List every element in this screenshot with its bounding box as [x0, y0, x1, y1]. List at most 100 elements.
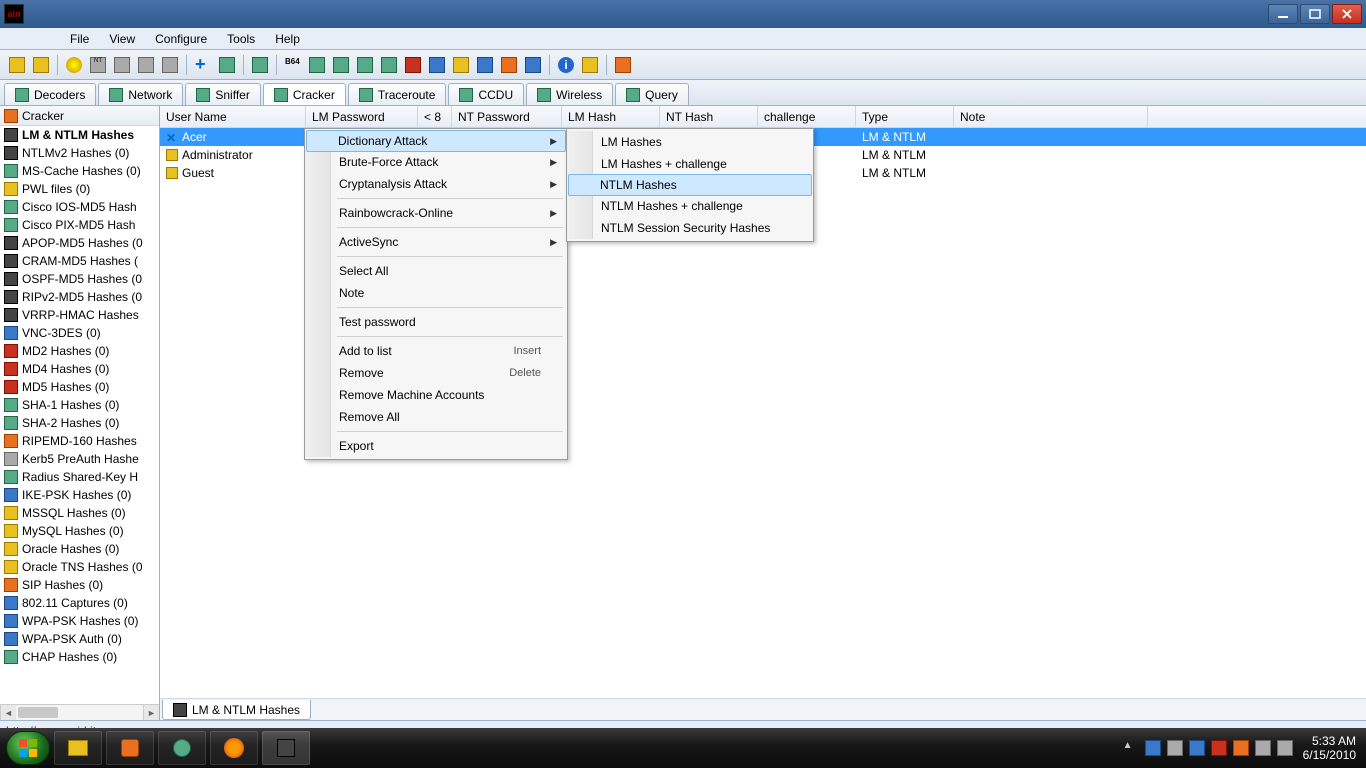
sidebar-item[interactable]: MySQL Hashes (0): [0, 522, 159, 540]
maximize-button[interactable]: [1300, 4, 1330, 24]
tb-add-icon[interactable]: +: [192, 54, 214, 76]
tb-g2-icon[interactable]: [330, 54, 352, 76]
sidebar-item[interactable]: WPA-PSK Hashes (0): [0, 612, 159, 630]
tb-spoof2-icon[interactable]: [135, 54, 157, 76]
sidebar-item[interactable]: 802.11 Captures (0): [0, 594, 159, 612]
ctx-item[interactable]: Cryptanalysis Attack▶: [307, 173, 565, 195]
ctx-item[interactable]: LM Hashes + challenge: [569, 153, 811, 175]
tb-spoof3-icon[interactable]: [159, 54, 181, 76]
tb-g3-icon[interactable]: [354, 54, 376, 76]
menu-view[interactable]: View: [99, 29, 145, 49]
sidebar-item[interactable]: SHA-2 Hashes (0): [0, 414, 159, 432]
ctx-item[interactable]: NTLM Hashes + challenge: [569, 195, 811, 217]
sidebar-item[interactable]: Radius Shared-Key H: [0, 468, 159, 486]
sidebar-item[interactable]: NTLMv2 Hashes (0): [0, 144, 159, 162]
tray-update-icon[interactable]: [1233, 740, 1249, 756]
sidebar-item[interactable]: VNC-3DES (0): [0, 324, 159, 342]
tray-icons[interactable]: ▲: [1123, 740, 1293, 756]
tray-av-icon[interactable]: [1211, 740, 1227, 756]
minimize-button[interactable]: [1268, 4, 1298, 24]
sidebar-item[interactable]: APOP-MD5 Hashes (0: [0, 234, 159, 252]
ctx-item[interactable]: Remove All: [307, 406, 565, 428]
sidebar-item[interactable]: Cisco PIX-MD5 Hash: [0, 216, 159, 234]
tb-ntlm-icon[interactable]: NT: [87, 54, 109, 76]
tray-action-icon[interactable]: [1167, 740, 1183, 756]
tab-traceroute[interactable]: Traceroute: [348, 83, 447, 105]
scroll-thumb[interactable]: [18, 707, 58, 718]
tab-query[interactable]: Query: [615, 83, 689, 105]
tb-net5-icon[interactable]: [498, 54, 520, 76]
column-header[interactable]: < 8: [418, 106, 452, 127]
column-header[interactable]: challenge: [758, 106, 856, 127]
ctx-item[interactable]: Select All: [307, 260, 565, 282]
tb-b64-icon[interactable]: B64: [282, 54, 304, 76]
tb-g4-icon[interactable]: [378, 54, 400, 76]
ctx-item[interactable]: NTLM Hashes: [568, 174, 812, 196]
tab-ccdu[interactable]: CCDU: [448, 83, 524, 105]
sidebar-scrollbar[interactable]: ◄ ►: [0, 704, 159, 720]
bottom-tab[interactable]: LM & NTLM Hashes: [162, 700, 311, 720]
sidebar-item[interactable]: WPA-PSK Auth (0): [0, 630, 159, 648]
ctx-item[interactable]: LM Hashes: [569, 131, 811, 153]
sidebar-item[interactable]: RIPEMD-160 Hashes: [0, 432, 159, 450]
tb-exit-icon[interactable]: [612, 54, 634, 76]
sidebar-item[interactable]: PWL files (0): [0, 180, 159, 198]
menu-help[interactable]: Help: [265, 29, 310, 49]
ctx-item[interactable]: Export: [307, 435, 565, 457]
tb-net2-icon[interactable]: [426, 54, 448, 76]
menu-configure[interactable]: Configure: [145, 29, 217, 49]
task-firefox[interactable]: [210, 731, 258, 765]
sidebar-item[interactable]: Oracle TNS Hashes (0: [0, 558, 159, 576]
column-header[interactable]: User Name: [160, 106, 306, 127]
task-cain[interactable]: [262, 731, 310, 765]
column-header[interactable]: LM Hash: [562, 106, 660, 127]
column-header[interactable]: LM Password: [306, 106, 418, 127]
close-button[interactable]: [1332, 4, 1362, 24]
sidebar-item[interactable]: MS-Cache Hashes (0): [0, 162, 159, 180]
ctx-item[interactable]: NTLM Session Security Hashes: [569, 217, 811, 239]
ctx-item[interactable]: Dictionary Attack▶: [306, 130, 566, 152]
tb-clock-icon[interactable]: [249, 54, 271, 76]
sidebar-item[interactable]: Oracle Hashes (0): [0, 540, 159, 558]
sidebar-item[interactable]: SIP Hashes (0): [0, 576, 159, 594]
ctx-item[interactable]: Rainbowcrack-Online▶: [307, 202, 565, 224]
sidebar-item[interactable]: LM & NTLM Hashes: [0, 126, 159, 144]
ctx-item[interactable]: Add to listInsert: [307, 340, 565, 362]
sidebar-item[interactable]: VRRP-HMAC Hashes: [0, 306, 159, 324]
tray-shield-icon[interactable]: [1189, 740, 1205, 756]
column-header[interactable]: NT Hash: [660, 106, 758, 127]
ctx-item[interactable]: RemoveDelete: [307, 362, 565, 384]
column-header[interactable]: Type: [856, 106, 954, 127]
tb-net1-icon[interactable]: [402, 54, 424, 76]
ctx-item[interactable]: Note: [307, 282, 565, 304]
tray-flag-icon[interactable]: [1145, 740, 1161, 756]
ctx-item[interactable]: ActiveSync▶: [307, 231, 565, 253]
tb-open-icon[interactable]: [6, 54, 28, 76]
clock[interactable]: 5:33 AM 6/15/2010: [1303, 734, 1360, 763]
column-header[interactable]: NT Password: [452, 106, 562, 127]
sidebar-item[interactable]: MSSQL Hashes (0): [0, 504, 159, 522]
tb-g1-icon[interactable]: [306, 54, 328, 76]
sidebar-item[interactable]: CRAM-MD5 Hashes (: [0, 252, 159, 270]
task-explorer[interactable]: [54, 731, 102, 765]
tb-save-icon[interactable]: [30, 54, 52, 76]
menu-file[interactable]: File: [60, 29, 99, 49]
sidebar-item[interactable]: OSPF-MD5 Hashes (0: [0, 270, 159, 288]
start-button[interactable]: [6, 731, 50, 765]
ctx-item[interactable]: Test password: [307, 311, 565, 333]
menu-tools[interactable]: Tools: [217, 29, 265, 49]
sidebar-item[interactable]: MD2 Hashes (0): [0, 342, 159, 360]
tab-cracker[interactable]: Cracker: [263, 83, 346, 105]
ctx-item[interactable]: Remove Machine Accounts: [307, 384, 565, 406]
tab-decoders[interactable]: Decoders: [4, 83, 96, 105]
sidebar-item[interactable]: Kerb5 PreAuth Hashe: [0, 450, 159, 468]
tab-network[interactable]: Network: [98, 83, 183, 105]
scroll-right-icon[interactable]: ►: [143, 705, 159, 720]
tb-cert-icon[interactable]: [579, 54, 601, 76]
sidebar-item[interactable]: CHAP Hashes (0): [0, 648, 159, 666]
tb-net3-icon[interactable]: [450, 54, 472, 76]
scroll-left-icon[interactable]: ◄: [0, 705, 16, 720]
sidebar-item[interactable]: Cisco IOS-MD5 Hash: [0, 198, 159, 216]
tb-net4-icon[interactable]: [474, 54, 496, 76]
task-app1[interactable]: [158, 731, 206, 765]
